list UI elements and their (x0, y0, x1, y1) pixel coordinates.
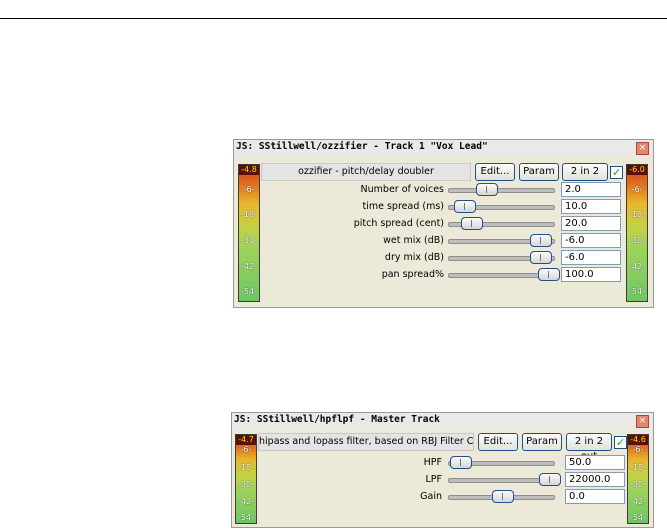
meter-tick: -6- (631, 185, 643, 194)
meter-peak-readout: -6.0 (627, 165, 647, 175)
edit-button[interactable]: Edit... (475, 163, 515, 181)
close-icon[interactable]: × (636, 415, 649, 428)
meter-tick: -18- (630, 463, 646, 472)
plugin-description: hipass and lopass filter, based on RBJ F… (258, 433, 474, 451)
plugin-window-hpflpf: JS: SStillwell/hpflpf - Master Track × -… (231, 412, 654, 528)
param-value-field[interactable]: 10.0 (561, 199, 621, 214)
meter-tick: -6- (240, 445, 252, 454)
titlebar[interactable]: JS: SStillwell/hpflpf - Master Track × (232, 413, 653, 429)
param-label: wet mix (dB) (383, 235, 444, 246)
slider-thumb[interactable] (461, 217, 483, 230)
param-label: dry mix (dB) (384, 252, 444, 263)
slider-thumb[interactable] (492, 490, 514, 503)
output-meter-right: -6.0 -6- -18- -30- -42- -54- (626, 164, 648, 302)
param-value-field[interactable]: 2.0 (561, 182, 621, 197)
meter-tick: -30- (629, 236, 645, 245)
param-value-field[interactable]: 0.0 (565, 489, 625, 504)
meter-tick: -54- (629, 287, 645, 296)
input-meter-left: -4.8 -6- -18- -30- -42- -54- (238, 164, 260, 302)
meter-tick: -42- (238, 497, 254, 506)
enable-checkbox[interactable]: ✓ (614, 436, 627, 449)
param-value-field[interactable]: 50.0 (565, 455, 625, 470)
checkmark-icon: ✓ (615, 436, 626, 449)
meter-tick: -18- (238, 463, 254, 472)
slider-thumb[interactable] (530, 251, 552, 264)
meter-tick: -42- (630, 497, 646, 506)
param-slider[interactable] (448, 188, 555, 193)
meter-tick: -30- (238, 480, 254, 489)
window-title: JS: SStillwell/hpflpf - Master Track (234, 414, 440, 425)
meter-peak-readout: -4.7 (236, 435, 256, 445)
slider-thumb[interactable] (454, 200, 476, 213)
meter-tick: -54- (630, 513, 646, 522)
meter-tick: -30- (241, 236, 257, 245)
param-value-field[interactable]: 20.0 (561, 216, 621, 231)
checkmark-icon: ✓ (611, 166, 622, 179)
top-divider (0, 18, 667, 19)
meter-tick: -54- (241, 287, 257, 296)
window-title: JS: SStillwell/ozzifier - Track 1 "Vox L… (236, 141, 488, 152)
slider-thumb[interactable] (476, 183, 498, 196)
param-value-field[interactable]: 100.0 (561, 267, 621, 282)
titlebar[interactable]: JS: SStillwell/ozzifier - Track 1 "Vox L… (234, 140, 653, 156)
param-button[interactable]: Param (519, 163, 559, 181)
slider-thumb[interactable] (530, 234, 552, 247)
meter-tick: -6- (243, 185, 255, 194)
meter-tick: -30- (630, 480, 646, 489)
param-label: LPF (425, 474, 443, 485)
meter-peak-readout: -4.8 (239, 165, 259, 175)
slider-thumb[interactable] (538, 268, 560, 281)
slider-thumb[interactable] (450, 456, 472, 469)
meter-peak-readout: -4.6 (628, 435, 648, 445)
meter-tick: -42- (629, 262, 645, 271)
param-label: time spread (ms) (362, 201, 445, 212)
enable-checkbox[interactable]: ✓ (610, 166, 623, 179)
slider-thumb[interactable] (539, 473, 561, 486)
param-value-field[interactable]: 22000.0 (565, 472, 625, 487)
plugin-description: ozzifier - pitch/delay doubler (261, 163, 471, 181)
param-value-field[interactable]: -6.0 (561, 250, 621, 265)
param-label: Gain (420, 491, 442, 502)
meter-tick: -18- (629, 210, 645, 219)
meter-tick: -42- (241, 262, 257, 271)
meter-tick: -6- (632, 445, 644, 454)
param-label: pitch spread (cent) (353, 218, 444, 229)
meter-tick: -54- (238, 513, 254, 522)
param-value-field[interactable]: -6.0 (561, 233, 621, 248)
param-label: Number of voices (360, 184, 444, 195)
input-meter-left: -4.7 -6- -18- -30- -42- -54- (235, 434, 257, 524)
output-meter-right: -4.6 -6- -18- -30- -42- -54- (627, 434, 649, 524)
meter-tick: -18- (241, 210, 257, 219)
param-button[interactable]: Param (522, 433, 562, 451)
io-routing-button[interactable]: 2 in 2 out (562, 163, 608, 192)
plugin-window-ozzifier: JS: SStillwell/ozzifier - Track 1 "Vox L… (233, 139, 654, 308)
param-label: pan spread% (381, 269, 444, 280)
close-icon[interactable]: × (636, 142, 649, 155)
param-label: HPF (423, 457, 442, 468)
edit-button[interactable]: Edit... (478, 433, 518, 451)
io-routing-button[interactable]: 2 in 2 out (566, 433, 612, 462)
